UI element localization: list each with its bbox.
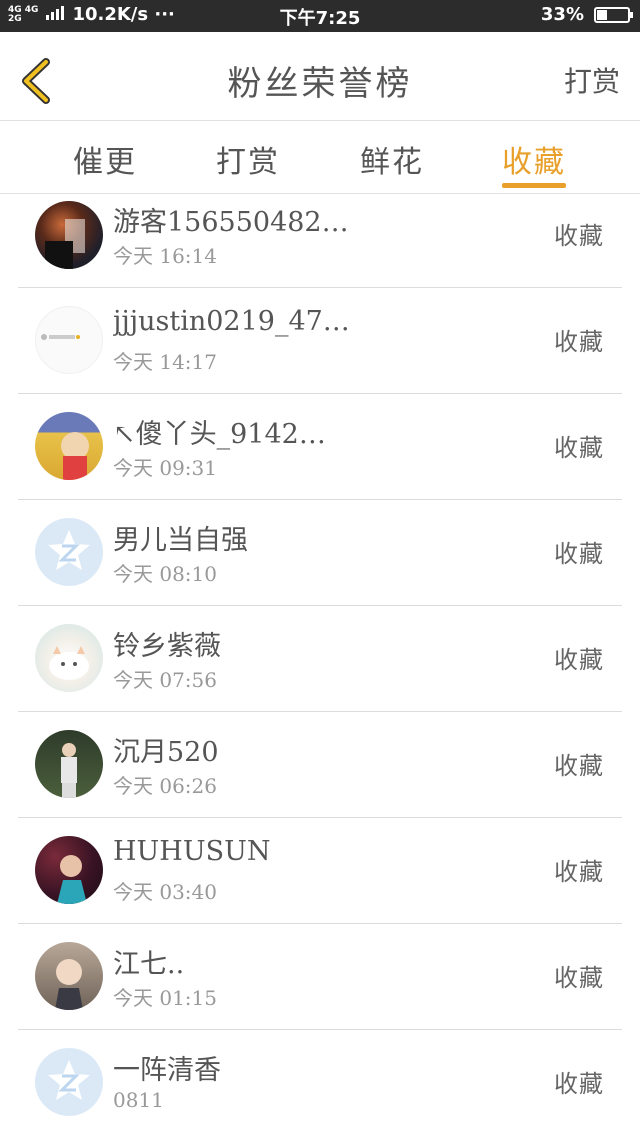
tab-favorites[interactable]: 收藏 — [502, 137, 566, 181]
chevron-left-icon — [22, 58, 50, 104]
active-tab-indicator — [502, 183, 566, 188]
avatar — [35, 942, 103, 1010]
status-badge: 收藏 — [554, 646, 604, 674]
status-badge: 收藏 — [554, 222, 604, 250]
list-item[interactable]: 沉月520 今天 06:26 收藏 — [18, 712, 622, 818]
timestamp: 今天 16:14 — [113, 244, 217, 268]
list-item[interactable]: 游客156550482… 今天 16:14 收藏 — [18, 194, 622, 288]
battery-percent: 33% — [540, 4, 584, 25]
status-badge: 收藏 — [554, 434, 604, 462]
user-name: ↖傻丫头_9142… — [113, 419, 326, 450]
timestamp: 今天 03:40 — [113, 880, 217, 904]
timestamp: 0811 — [113, 1088, 164, 1112]
timestamp: 今天 08:10 — [113, 562, 217, 586]
back-button[interactable] — [18, 58, 54, 104]
list-item[interactable]: ↖傻丫头_9142… 今天 09:31 收藏 — [18, 394, 622, 500]
avatar — [35, 412, 103, 480]
list-item[interactable]: 一阵清香 0811 收藏 — [18, 1030, 622, 1136]
avatar — [35, 201, 103, 269]
status-bar: 4G 4G 2G 10.2K/s ··· 下午7:25 33% — [0, 0, 640, 32]
avatar — [35, 1048, 103, 1116]
user-name: 铃乡紫薇 — [113, 631, 221, 662]
user-name: 沉月520 — [113, 737, 219, 768]
timestamp: 今天 09:31 — [113, 456, 217, 480]
tab-flowers[interactable]: 鲜花 — [360, 137, 424, 181]
user-name: HUHUSUN — [113, 836, 271, 867]
reward-button[interactable]: 打赏 — [564, 60, 620, 100]
status-badge: 收藏 — [554, 858, 604, 886]
avatar — [35, 518, 103, 586]
status-badge: 收藏 — [554, 752, 604, 780]
default-z-icon — [48, 1060, 90, 1100]
avatar — [35, 624, 103, 692]
status-badge: 收藏 — [554, 540, 604, 568]
status-badge: 收藏 — [554, 1070, 604, 1098]
default-z-icon — [48, 530, 90, 570]
user-name: 江七.. — [113, 949, 185, 980]
tab-reward[interactable]: 打赏 — [216, 137, 280, 181]
avatar — [35, 730, 103, 798]
list-item[interactable]: jjjustin0219_47… 今天 14:17 收藏 — [18, 288, 622, 394]
avatar — [35, 306, 103, 374]
timestamp: 今天 14:17 — [113, 350, 217, 374]
user-name: 游客156550482… — [113, 207, 349, 238]
user-name: 一阵清香 — [113, 1055, 221, 1086]
status-badge: 收藏 — [554, 964, 604, 992]
timestamp: 今天 06:26 — [113, 774, 217, 798]
list-item[interactable]: 江七.. 今天 01:15 收藏 — [18, 924, 622, 1030]
fan-list: 游客156550482… 今天 16:14 收藏 jjjustin0219_47… — [0, 194, 640, 1136]
page-title: 粉丝荣誉榜 — [227, 64, 413, 104]
status-badge: 收藏 — [554, 328, 604, 356]
tab-urge[interactable]: 催更 — [73, 137, 137, 181]
timestamp: 今天 01:15 — [113, 986, 217, 1010]
timestamp: 今天 07:56 — [113, 668, 217, 692]
battery-icon — [594, 6, 633, 23]
user-name: 男儿当自强 — [113, 525, 248, 556]
top-nav-bar: 粉丝荣誉榜 打赏 — [0, 32, 640, 121]
list-item[interactable]: 男儿当自强 今天 08:10 收藏 — [18, 500, 622, 606]
list-item[interactable]: HUHUSUN 今天 03:40 收藏 — [18, 818, 622, 924]
list-item[interactable]: 铃乡紫薇 今天 07:56 收藏 — [18, 606, 622, 712]
user-name: jjjustin0219_47… — [113, 306, 350, 337]
avatar — [35, 836, 103, 904]
